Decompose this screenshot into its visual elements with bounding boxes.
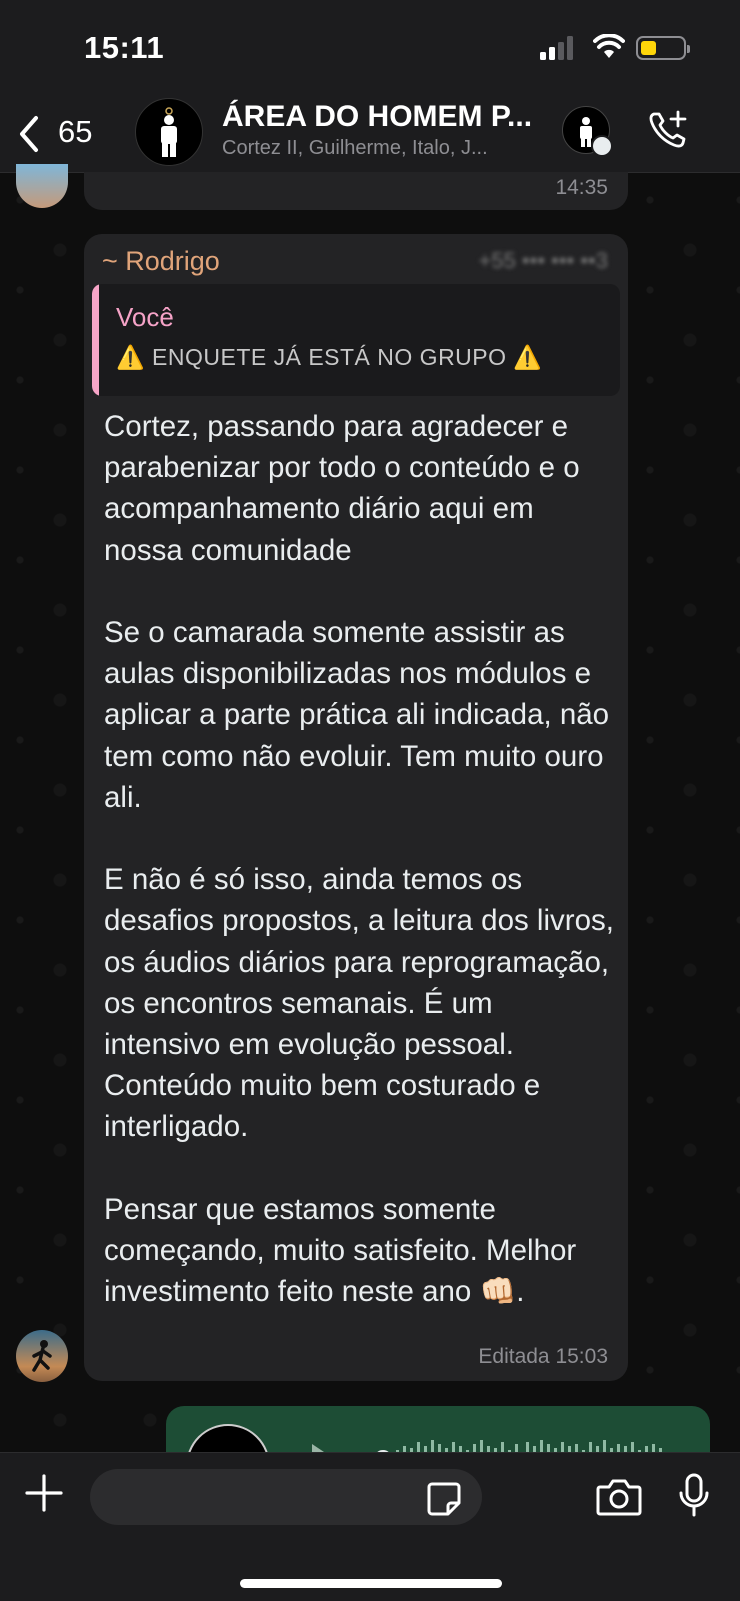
message-paragraph: Pensar que estamos somente começando, mu… [104,1192,577,1309]
message-paragraph: Se o camarada somente assistir as aulas … [104,616,610,814]
back-chevron-icon [20,116,38,152]
person-silhouette-icon [161,107,177,157]
battery-icon [636,36,690,60]
sender-name[interactable]: ~ Rodrigo [102,246,220,277]
group-avatar[interactable] [135,98,203,166]
battery-level [641,41,656,55]
runner-silhouette [32,1340,52,1372]
chat-header: 65 ÁREA DO HOMEM P... Cortez II, Guilher… [0,96,740,173]
group-members[interactable]: Cortez II, Guilherme, Italo, J... [222,137,488,160]
add-call-icon[interactable] [646,108,690,152]
quoted-author: Você [116,302,174,332]
sticker-icon[interactable] [426,1481,462,1517]
camera-icon[interactable] [596,1477,642,1517]
home-indicator [240,1579,502,1588]
status-bar: 15:11 [0,0,740,96]
quoted-text: ⚠️ ENQUETE JÁ ESTÁ NO GRUPO ⚠️ [116,344,543,370]
chevron-down-icon [591,135,613,157]
unread-count: 65 [58,114,93,149]
quoted-message[interactable]: Você ⚠️ ENQUETE JÁ ESTÁ NO GRUPO ⚠️ [92,284,620,396]
status-time: 15:11 [84,30,165,65]
message-input[interactable] [90,1469,482,1525]
message-input-bar [0,1452,740,1601]
message-time: 14:35 [555,176,608,199]
back-button[interactable]: 65 [16,112,106,156]
sender-phone-blurred: +55 ••• ••• ••3 [478,248,608,273]
message-bubble[interactable]: ~ Rodrigo +55 ••• ••• ••3 Você ⚠️ ENQUET… [84,234,628,1381]
plus-icon[interactable] [24,1473,64,1513]
message-paragraph: Cortez, passando para agradecer e parabe… [104,410,580,567]
member-avatar[interactable] [562,106,613,157]
signal-icon [540,36,573,60]
group-title[interactable]: ÁREA DO HOMEM P... [222,100,532,134]
sender-avatar[interactable] [16,1330,68,1382]
message-paragraph: E não é só isso, ainda temos os desafios… [104,863,614,1144]
quote-bar [92,284,99,396]
wifi-icon [593,34,625,58]
message-text: Cortez, passando para agradecer e parabe… [104,406,614,1312]
previous-message-bubble[interactable]: 14:35 [84,172,628,210]
edited-timestamp: Editada 15:03 [478,1345,608,1368]
mic-icon[interactable] [678,1473,710,1519]
